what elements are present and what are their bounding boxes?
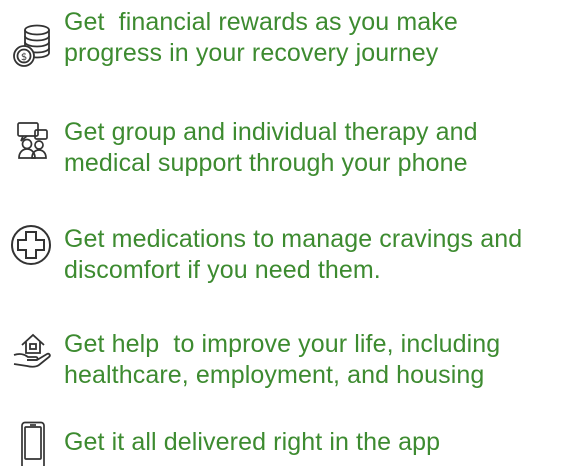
benefit-line: Get group and individual therapy and xyxy=(64,118,478,146)
benefit-text-therapy: Get group and individual therapy and med… xyxy=(64,117,581,179)
benefit-line: Get medications to manage cravings and xyxy=(64,225,523,253)
benefit-line: discomfort if you need them. xyxy=(64,256,381,284)
benefit-line: Get help to improve your life, including xyxy=(64,330,501,358)
benefit-text-rewards: Get financial rewards as you make progre… xyxy=(64,7,581,69)
benefit-text-life-help: Get help to improve your life, including… xyxy=(64,329,581,391)
benefit-text-app: Get it all delivered right in the app xyxy=(64,427,581,458)
phone-icon xyxy=(4,421,62,466)
benefit-line: Get financial rewards as you make xyxy=(64,8,458,36)
coin-stack-icon: $ xyxy=(4,22,62,68)
svg-text:$: $ xyxy=(21,52,27,63)
benefit-item-rewards: $ Get financial rewards as you make prog… xyxy=(0,0,585,90)
benefit-line: Get it all delivered right in the app xyxy=(64,428,441,456)
medical-cross-icon xyxy=(4,221,62,269)
benefit-line: healthcare, employment, and housing xyxy=(64,361,485,389)
benefit-line: medical support through your phone xyxy=(64,149,468,177)
chat-people-icon xyxy=(4,120,62,160)
benefits-list: $ Get financial rewards as you make prog… xyxy=(0,0,585,466)
benefit-line: progress in your recovery journey xyxy=(64,39,439,67)
house-hand-icon xyxy=(4,331,62,369)
benefit-text-medications: Get medications to manage cravings and d… xyxy=(64,224,581,286)
